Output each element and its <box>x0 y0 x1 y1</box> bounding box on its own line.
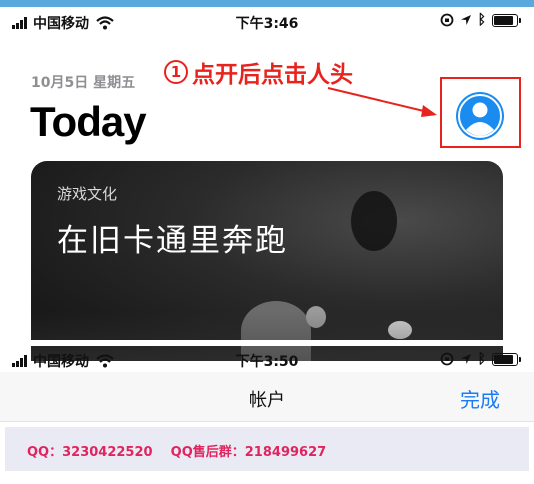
account-avatar-icon[interactable] <box>456 92 504 140</box>
status-right: ᛒ <box>440 351 521 367</box>
bluetooth-icon: ᛒ <box>477 351 486 367</box>
location-arrow-icon <box>460 354 471 364</box>
status-bar-bottom: 中国移动 下午3:50 ᛒ <box>0 346 534 374</box>
account-nav-bar: 帐户 完成 <box>0 372 534 422</box>
done-button[interactable]: 完成 <box>460 384 500 413</box>
top-border-strip <box>0 0 534 7</box>
status-right: ᛒ <box>440 12 521 28</box>
page-title: Today <box>30 98 147 145</box>
nav-title: 帐户 <box>249 390 285 411</box>
contact-text: QQ：3230422520 QQ售后群：218499627 <box>27 445 327 460</box>
battery-icon <box>492 352 521 366</box>
bluetooth-icon: ᛒ <box>477 12 486 28</box>
orientation-lock-icon <box>440 352 453 366</box>
instruction-text: 点开后点击人头 <box>192 62 353 88</box>
feature-card[interactable]: 游戏文化 在旧卡通里奔跑 <box>31 161 503 361</box>
card-title: 在旧卡通里奔跑 <box>57 223 288 259</box>
today-date: 10月5日 星期五 <box>31 75 136 91</box>
orientation-lock-icon <box>440 13 453 27</box>
step-number: 1 <box>164 60 188 84</box>
status-bar-top: 中国移动 下午3:46 ᛒ <box>0 7 534 35</box>
location-arrow-icon <box>460 15 471 25</box>
instruction-annotation: 1 点开后点击人头 <box>164 55 353 89</box>
contact-footer: QQ：3230422520 QQ售后群：218499627 <box>5 427 529 471</box>
battery-icon <box>492 13 521 27</box>
card-art-shape <box>351 191 397 251</box>
card-category: 游戏文化 <box>57 185 118 203</box>
